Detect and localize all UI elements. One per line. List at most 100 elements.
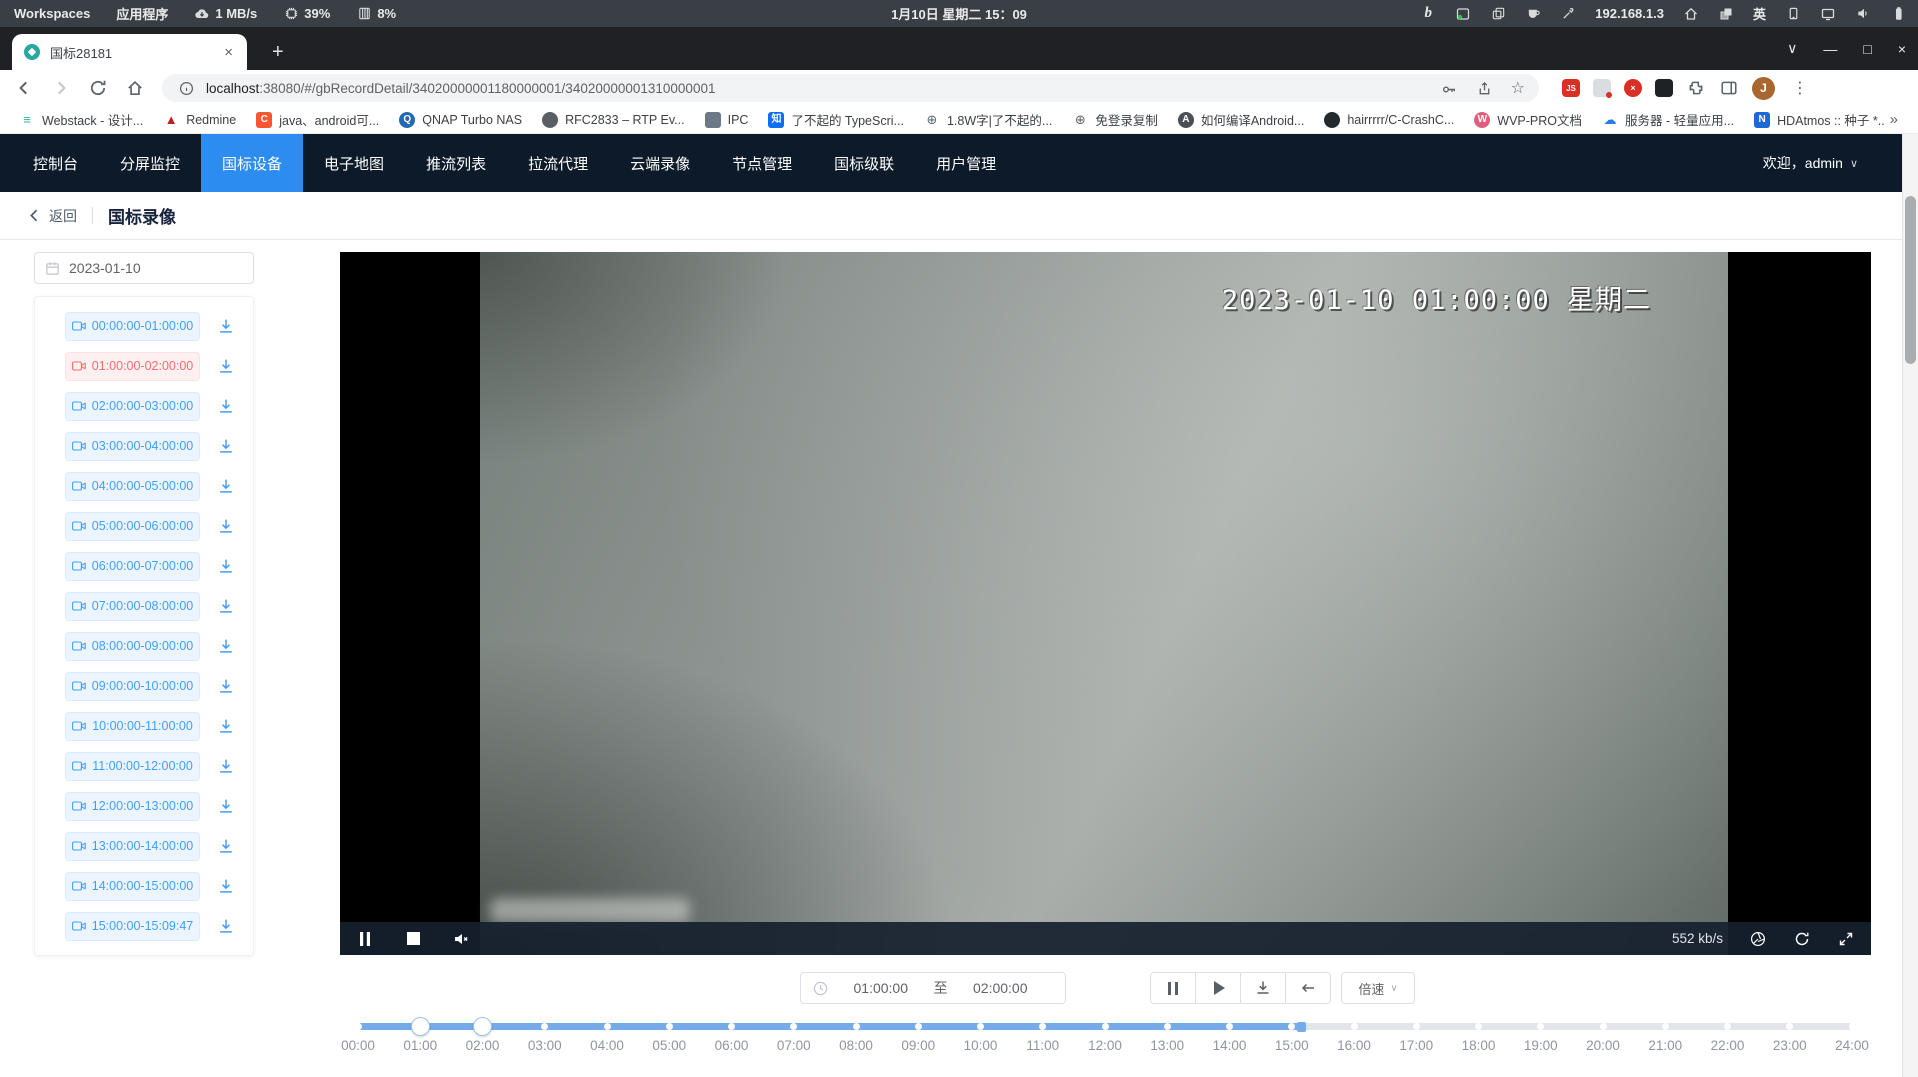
- player-pause-button[interactable]: [356, 930, 374, 948]
- segment-time-button[interactable]: 04:00:00-05:00:00: [65, 472, 200, 501]
- segment-time-button[interactable]: 10:00:00-11:00:00: [65, 712, 200, 741]
- volume-tray-icon[interactable]: [1855, 6, 1871, 22]
- url-bar[interactable]: localhost:38080/#/gbRecordDetail/3402000…: [162, 74, 1539, 102]
- gray-extension-icon[interactable]: [1593, 79, 1611, 97]
- bookmark-item[interactable]: ≡Webstack - 设计...: [10, 107, 152, 132]
- bookmark-item[interactable]: hairrrrr/C-CrashC...: [1315, 109, 1463, 131]
- forward-nav-icon[interactable]: [51, 78, 71, 98]
- range-end-time[interactable]: 02:00:00: [948, 980, 1054, 996]
- timeline-range-handle-2[interactable]: [473, 1017, 492, 1036]
- segment-time-button[interactable]: 05:00:00-06:00:00: [65, 512, 200, 541]
- clipboard-tray-icon[interactable]: [1490, 6, 1506, 22]
- nav-tab-8[interactable]: 节点管理: [711, 134, 813, 192]
- segment-time-button[interactable]: 09:00:00-10:00:00: [65, 672, 200, 701]
- maximize-window-button[interactable]: □: [1863, 41, 1871, 57]
- js-extension-icon[interactable]: JS: [1562, 79, 1580, 97]
- segment-time-button[interactable]: 11:00:00-12:00:00: [65, 752, 200, 781]
- share-icon[interactable]: [1475, 78, 1495, 98]
- bookmark-item[interactable]: ⊕免登录复制: [1063, 107, 1167, 132]
- site-info-icon[interactable]: [176, 78, 196, 98]
- nav-tab-2[interactable]: 分屏监控: [99, 134, 201, 192]
- segment-time-button[interactable]: 08:00:00-09:00:00: [65, 632, 200, 661]
- segment-time-button[interactable]: 14:00:00-15:00:00: [65, 872, 200, 901]
- bookmark-item[interactable]: NHDAtmos :: 种子 *...: [1745, 107, 1884, 132]
- page-scrollbar[interactable]: [1902, 134, 1918, 1077]
- home-nav-icon[interactable]: [125, 78, 145, 98]
- segment-time-button[interactable]: 07:00:00-08:00:00: [65, 592, 200, 621]
- download-segment-button[interactable]: [216, 596, 236, 616]
- download-segment-button[interactable]: [216, 716, 236, 736]
- bookmark-item[interactable]: QQNAP Turbo NAS: [390, 109, 531, 131]
- segment-time-button[interactable]: 06:00:00-07:00:00: [65, 552, 200, 581]
- download-segment-button[interactable]: [216, 316, 236, 336]
- input-method-indicator[interactable]: 英: [1753, 4, 1766, 23]
- download-segment-button[interactable]: [216, 876, 236, 896]
- bookmark-item[interactable]: ⊕1.8W字|了不起的...: [915, 107, 1061, 132]
- time-range-input[interactable]: 01:00:00 至 02:00:00: [800, 972, 1066, 1004]
- clock-indicator[interactable]: 1月10日 星期二 15：09: [891, 4, 1027, 23]
- profile-avatar[interactable]: J: [1752, 77, 1775, 100]
- download-segment-button[interactable]: [216, 916, 236, 936]
- seek-back-button[interactable]: [1285, 972, 1331, 1004]
- minimize-window-button[interactable]: —: [1823, 41, 1837, 57]
- home-tray-icon[interactable]: [1683, 6, 1699, 22]
- back-button[interactable]: 返回: [26, 206, 77, 226]
- range-start-time[interactable]: 01:00:00: [828, 980, 934, 996]
- bing-tray-icon[interactable]: b: [1420, 6, 1436, 22]
- network-speed-indicator[interactable]: 1 MB/s: [194, 6, 257, 22]
- segment-time-button[interactable]: 00:00:00-01:00:00: [65, 312, 200, 341]
- display-tray-icon[interactable]: [1820, 6, 1836, 22]
- nav-tab-1[interactable]: 控制台: [12, 134, 99, 192]
- memory-usage-indicator[interactable]: 8%: [356, 6, 396, 22]
- scrollbar-thumb[interactable]: [1905, 196, 1916, 364]
- back-nav-icon[interactable]: [14, 78, 34, 98]
- bookmark-item[interactable]: IPC: [696, 109, 758, 131]
- nav-tab-6[interactable]: 拉流代理: [507, 134, 609, 192]
- bookmark-item[interactable]: ☁服务器 - 轻量应用...: [1593, 107, 1743, 132]
- dark-extension-icon[interactable]: [1655, 79, 1673, 97]
- password-key-icon[interactable]: [1439, 78, 1459, 98]
- bookmark-item[interactable]: ▲Redmine: [154, 109, 245, 131]
- playback-speed-button[interactable]: 倍速 ∨: [1341, 972, 1415, 1004]
- workspaces-tray-icon[interactable]: [1718, 6, 1734, 22]
- color-picker-tray-icon[interactable]: [1560, 6, 1576, 22]
- nav-tab-3[interactable]: 国标设备: [201, 134, 303, 192]
- download-segment-button[interactable]: [216, 356, 236, 376]
- blocker-extension-icon[interactable]: ×: [1624, 79, 1642, 97]
- segment-time-button[interactable]: 12:00:00-13:00:00: [65, 792, 200, 821]
- puzzle-extensions-icon[interactable]: [1686, 78, 1706, 98]
- nav-tab-7[interactable]: 云端录像: [609, 134, 711, 192]
- bookmark-item[interactable]: A如何编译Android...: [1169, 107, 1314, 132]
- bookmark-star-icon[interactable]: ☆: [1511, 78, 1525, 98]
- bookmarks-overflow-icon[interactable]: »: [1884, 111, 1908, 128]
- fullscreen-button[interactable]: [1837, 930, 1855, 948]
- battery-tray-icon[interactable]: [1890, 6, 1906, 22]
- segment-time-button[interactable]: 15:00:00-15:09:47: [65, 912, 200, 941]
- coffee-tray-icon[interactable]: [1525, 6, 1541, 22]
- browser-menu-icon[interactable]: ⋮: [1788, 78, 1812, 98]
- segment-time-button[interactable]: 02:00:00-03:00:00: [65, 392, 200, 421]
- side-panel-icon[interactable]: [1719, 78, 1739, 98]
- pause-button[interactable]: [1150, 972, 1196, 1004]
- new-tab-button[interactable]: +: [266, 42, 290, 62]
- cpu-usage-indicator[interactable]: 39%: [283, 6, 330, 22]
- download-segment-button[interactable]: [216, 676, 236, 696]
- snapshot-aperture-button[interactable]: [1749, 930, 1767, 948]
- download-segment-button[interactable]: [216, 476, 236, 496]
- download-button[interactable]: [1240, 972, 1286, 1004]
- bookmark-item[interactable]: RFC2833 – RTP Ev...: [533, 109, 694, 131]
- download-segment-button[interactable]: [216, 796, 236, 816]
- video-player[interactable]: 2023-01-10 01:00:00 星期二 552 kb/s: [340, 252, 1871, 955]
- segment-time-button[interactable]: 01:00:00-02:00:00: [65, 352, 200, 381]
- player-refresh-button[interactable]: [1793, 930, 1811, 948]
- download-segment-button[interactable]: [216, 516, 236, 536]
- timeline-slider[interactable]: [358, 1019, 1852, 1034]
- download-segment-button[interactable]: [216, 396, 236, 416]
- segment-time-button[interactable]: 13:00:00-14:00:00: [65, 832, 200, 861]
- download-segment-button[interactable]: [216, 636, 236, 656]
- bookmark-item[interactable]: WWVP-PRO文档: [1465, 107, 1591, 132]
- nav-tab-10[interactable]: 用户管理: [915, 134, 1017, 192]
- timeline-range-handle-1[interactable]: [411, 1017, 430, 1036]
- phone-link-tray-icon[interactable]: [1785, 6, 1801, 22]
- player-mute-button[interactable]: [452, 930, 470, 948]
